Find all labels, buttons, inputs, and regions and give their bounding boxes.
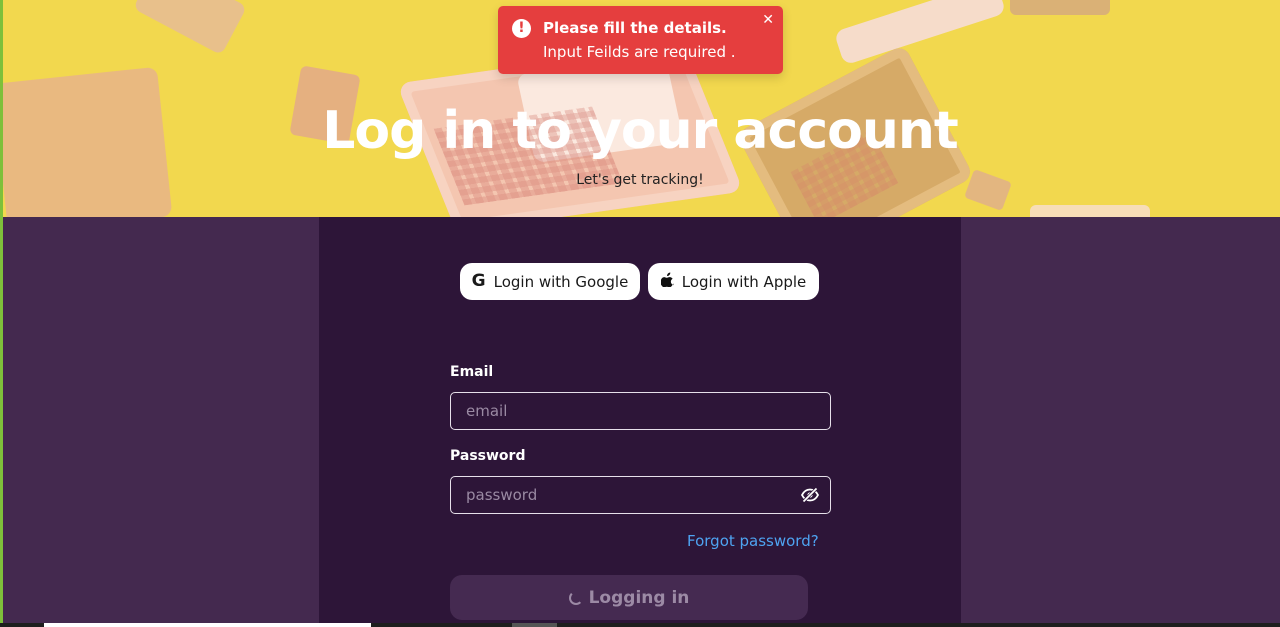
- google-icon: G: [471, 271, 486, 291]
- login-with-google-label: Login with Google: [493, 272, 629, 291]
- error-toast: ! Please fill the details. Input Feilds …: [498, 6, 783, 74]
- email-label: Email: [450, 364, 494, 380]
- taskbar-item: [512, 623, 557, 627]
- laptop-illustration-top-right: [1010, 0, 1110, 15]
- close-icon[interactable]: ✕: [762, 12, 774, 28]
- login-with-apple-button[interactable]: Login with Apple: [648, 263, 819, 300]
- error-icon: !: [512, 19, 531, 38]
- login-with-apple-label: Login with Apple: [681, 272, 807, 291]
- login-button-label: Logging in: [588, 587, 690, 608]
- taskbar-item: [44, 623, 371, 627]
- loading-spinner-icon: [568, 590, 583, 605]
- email-field[interactable]: [450, 392, 831, 430]
- password-field[interactable]: [450, 476, 831, 514]
- login-panel: G Login with Google Login with Apple Ema…: [319, 217, 961, 627]
- laptop-illustration-top: [833, 0, 1007, 66]
- window-edge: [0, 0, 3, 627]
- password-label: Password: [450, 448, 526, 464]
- page-title: Log in to your account: [322, 101, 959, 161]
- login-with-google-button[interactable]: G Login with Google: [460, 263, 640, 300]
- forgot-password-link[interactable]: Forgot password?: [687, 532, 819, 550]
- toast-title: Please fill the details.: [543, 19, 727, 37]
- login-button[interactable]: Logging in: [450, 575, 808, 620]
- apple-icon: [660, 272, 674, 291]
- eye-off-icon[interactable]: [799, 484, 821, 506]
- laptop-illustration-bottom-right: [1030, 205, 1150, 217]
- page-subtitle: Let's get tracking!: [576, 172, 704, 188]
- toast-description: Input Feilds are required .: [543, 43, 736, 61]
- laptop-illustration-top-left: [132, 0, 248, 56]
